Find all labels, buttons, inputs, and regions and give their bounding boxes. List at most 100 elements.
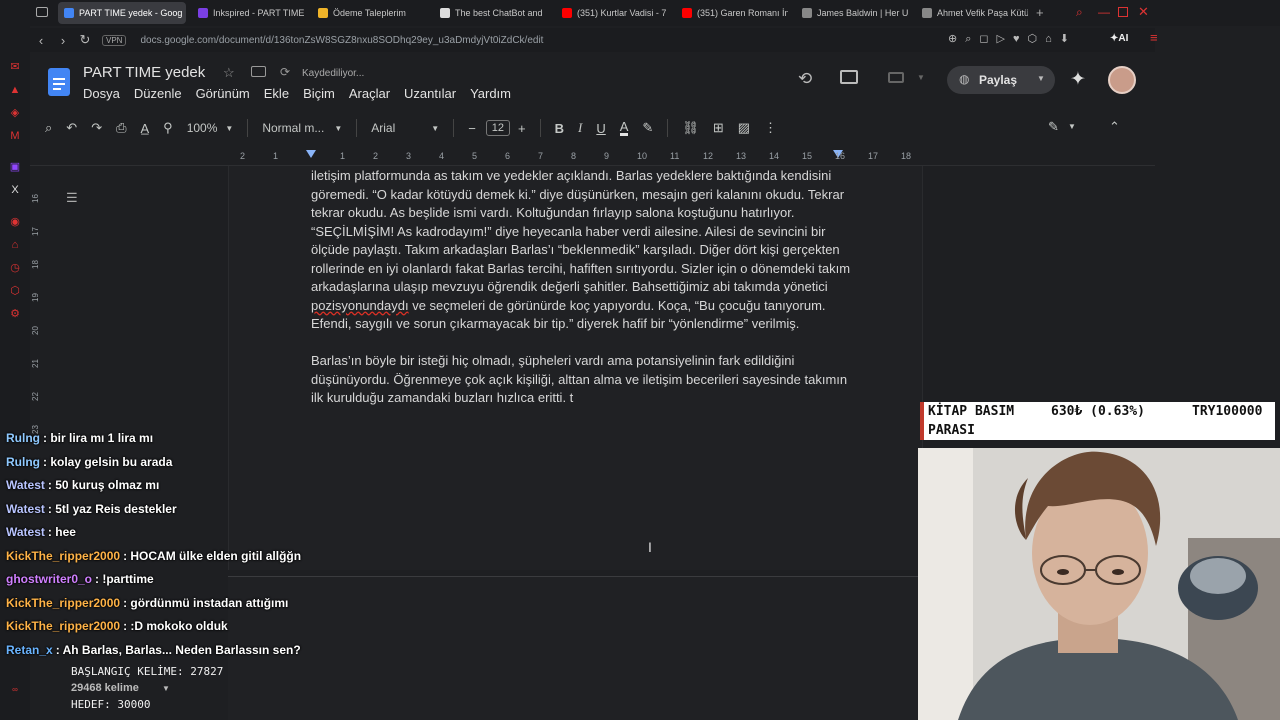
url-field[interactable]: docs.google.com/document/d/136tonZsW8SGZ…: [140, 35, 543, 46]
add-comment-icon[interactable]: ⊞: [713, 120, 724, 136]
chat-username[interactable]: ghostwriter0_o: [6, 572, 92, 586]
mail-icon[interactable]: M: [8, 129, 22, 143]
chat-username[interactable]: KickThe_ripper2000: [6, 619, 120, 633]
font-select[interactable]: Arial: [371, 121, 423, 135]
tab-4[interactable]: (351) Kurtlar Vadisi - 7: [556, 2, 668, 24]
outline-icon[interactable]: ☰: [66, 190, 78, 206]
instagram-icon[interactable]: ◈: [8, 106, 22, 120]
menu-item[interactable]: Ekle: [264, 86, 289, 101]
maximize-icon[interactable]: [1118, 7, 1128, 17]
decrease-font-icon[interactable]: −: [468, 121, 476, 136]
messenger-icon[interactable]: ✉: [8, 60, 22, 74]
tab-5[interactable]: (351) Garen Romanı İn: [676, 2, 788, 24]
style-dropdown-icon[interactable]: ▼: [334, 124, 342, 133]
player-icon[interactable]: ◉: [8, 215, 22, 229]
chat-username[interactable]: Watest: [6, 525, 45, 539]
menu-item[interactable]: Görünüm: [196, 86, 250, 101]
chat-username[interactable]: Watest: [6, 478, 45, 492]
menu-item[interactable]: Yardım: [470, 86, 511, 101]
style-select[interactable]: Normal m...: [262, 121, 324, 135]
chat-username[interactable]: KickThe_ripper2000: [6, 596, 120, 610]
spellcheck-icon[interactable]: A̲: [141, 121, 150, 136]
share-dropdown-icon[interactable]: ▼: [1037, 74, 1045, 83]
settings-icon[interactable]: ⚙: [8, 307, 22, 321]
chat-username[interactable]: Rulng: [6, 431, 40, 445]
paint-format-icon[interactable]: ⚲: [163, 120, 173, 136]
bold-icon[interactable]: B: [555, 121, 564, 136]
extensions-icon[interactable]: ⬡: [8, 284, 22, 298]
x-icon[interactable]: X: [8, 183, 22, 197]
chat-username[interactable]: Watest: [6, 502, 45, 516]
highlight-icon[interactable]: ✎: [642, 120, 653, 136]
menu-item[interactable]: Biçim: [303, 86, 335, 101]
twitch-icon[interactable]: ▣: [8, 160, 22, 174]
comments-icon[interactable]: [840, 70, 858, 84]
gemini-icon[interactable]: ✦: [1070, 68, 1086, 91]
menu-item[interactable]: Dosya: [83, 86, 120, 101]
ai-button[interactable]: ✦AI: [1110, 33, 1128, 44]
star-icon[interactable]: ☆: [223, 65, 235, 81]
chat-username[interactable]: KickThe_ripper2000: [6, 549, 120, 563]
chat-message: Watest: 5tl yaz Reis destekler: [6, 502, 366, 526]
minimize-icon[interactable]: —: [1098, 5, 1110, 19]
menu-item[interactable]: Uzantılar: [404, 86, 456, 101]
document-title[interactable]: PART TIME yedek: [83, 64, 205, 81]
ruler-tick-label: 16: [835, 151, 846, 161]
close-window-icon[interactable]: ✕: [1138, 4, 1149, 20]
new-tab-icon[interactable]: +: [1036, 5, 1044, 20]
more-icon[interactable]: ∞: [8, 683, 22, 697]
docs-logo-icon[interactable]: [48, 68, 70, 96]
tab-1[interactable]: Inkspired - PART TIME: [192, 2, 304, 24]
menu-item[interactable]: Düzenle: [134, 86, 182, 101]
insert-image-icon[interactable]: ▨: [738, 120, 750, 136]
ruler-tick-label: 1: [273, 151, 279, 161]
document-body[interactable]: iletişim platformunda as takım ve yedekl…: [311, 167, 851, 426]
left-indent-marker[interactable]: [306, 150, 316, 158]
misspelled-word[interactable]: pozisyonundaydı: [311, 298, 409, 313]
search-tabs-icon[interactable]: ⌕: [1076, 5, 1083, 20]
font-size-input[interactable]: 12: [485, 120, 511, 136]
italic-icon[interactable]: I: [578, 120, 582, 136]
menu-icon[interactable]: ≡: [1150, 30, 1158, 45]
tab-0[interactable]: PART TIME yedek - Goog: [58, 2, 186, 24]
link-icon[interactable]: ⛓: [682, 120, 699, 136]
hide-menus-icon[interactable]: ⌃: [1109, 119, 1120, 135]
pin-icon[interactable]: ⌂: [8, 238, 22, 252]
undo-icon[interactable]: ↶: [66, 120, 77, 136]
font-dropdown-icon[interactable]: ▼: [431, 124, 439, 133]
word-count-value[interactable]: 29468 kelime: [71, 682, 139, 694]
zoom-select[interactable]: 100%: [187, 121, 218, 135]
increase-font-icon[interactable]: +: [518, 121, 526, 136]
tab-overview-icon[interactable]: [36, 7, 48, 17]
search-menus-icon[interactable]: ⌕: [45, 120, 52, 136]
chat-username[interactable]: Retan_x: [6, 643, 53, 657]
tab-6[interactable]: James Baldwin | Her U: [796, 2, 908, 24]
forward-icon[interactable]: ›: [52, 33, 74, 48]
chat-username[interactable]: Rulng: [6, 455, 40, 469]
word-count-dropdown-icon[interactable]: ▼: [162, 684, 170, 693]
more-options-icon[interactable]: ⋮: [764, 120, 777, 136]
menu-item[interactable]: Araçlar: [349, 86, 390, 101]
editing-mode-dropdown-icon[interactable]: ▼: [1068, 122, 1076, 131]
editing-mode-icon[interactable]: ✎: [1048, 119, 1059, 135]
delta-icon[interactable]: ▲: [8, 83, 22, 97]
share-button[interactable]: ◍ Paylaş ▼: [947, 66, 1055, 94]
tab-2[interactable]: Ödeme Taleplerim: [312, 2, 426, 24]
tab-7[interactable]: Ahmet Vefik Paşa Kütü: [916, 2, 1028, 24]
meet-dropdown-icon[interactable]: ▼: [917, 73, 925, 82]
meet-icon[interactable]: [888, 72, 904, 83]
print-icon[interactable]: ⎙: [116, 120, 126, 136]
underline-icon[interactable]: U: [596, 121, 605, 136]
tab-3[interactable]: The best ChatBot and: [434, 2, 548, 24]
reload-icon[interactable]: ↻: [74, 32, 96, 48]
history-icon[interactable]: ◷: [8, 261, 22, 275]
vpn-badge[interactable]: VPN: [102, 34, 127, 46]
back-icon[interactable]: ‹: [30, 33, 52, 48]
zoom-dropdown-icon[interactable]: ▼: [225, 124, 233, 133]
move-folder-icon[interactable]: [251, 66, 266, 77]
text-color-icon[interactable]: A: [619, 120, 629, 136]
address-actions-icons[interactable]: ⊕⌕◻▷♥⬡⌂⬇: [948, 32, 1077, 46]
version-history-icon[interactable]: ⟲: [798, 69, 812, 89]
redo-icon[interactable]: ↷: [91, 120, 102, 136]
avatar[interactable]: [1108, 66, 1136, 94]
